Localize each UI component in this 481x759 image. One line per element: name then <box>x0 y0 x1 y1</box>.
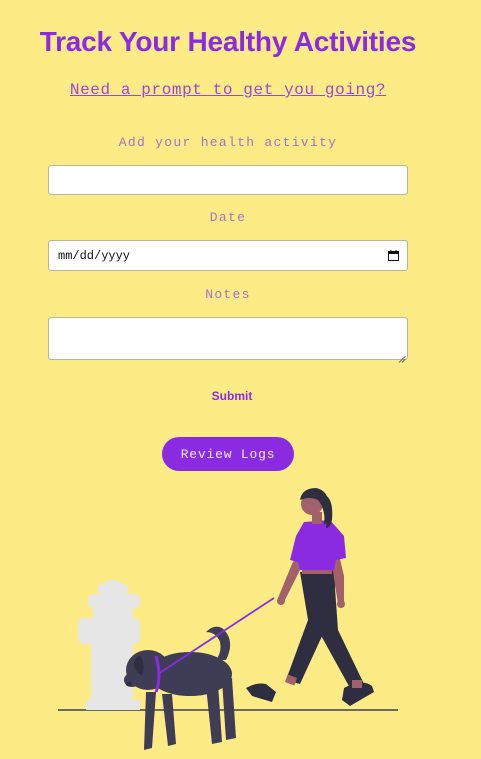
review-logs-button[interactable]: Review Logs <box>162 437 294 471</box>
notes-textarea[interactable] <box>48 317 408 363</box>
activity-label: Add your health activity <box>118 135 338 150</box>
page-title: Track Your Healthy Activities <box>39 26 417 57</box>
date-placeholder: mm/dd/yyyy <box>58 248 131 263</box>
date-input[interactable]: mm/dd/yyyy <box>48 240 408 271</box>
activity-input[interactable] <box>48 165 408 195</box>
notes-label: Notes <box>205 287 251 302</box>
resize-handle-icon[interactable] <box>398 350 406 363</box>
submit-button[interactable]: Submit <box>192 389 272 403</box>
date-label: Date <box>209 210 247 225</box>
review-logs-label: Review Logs <box>180 446 276 462</box>
calendar-icon[interactable] <box>388 250 399 261</box>
woman-walking-dog-icon <box>58 488 398 750</box>
prompt-link[interactable]: Need a prompt to get you going? <box>0 81 456 99</box>
